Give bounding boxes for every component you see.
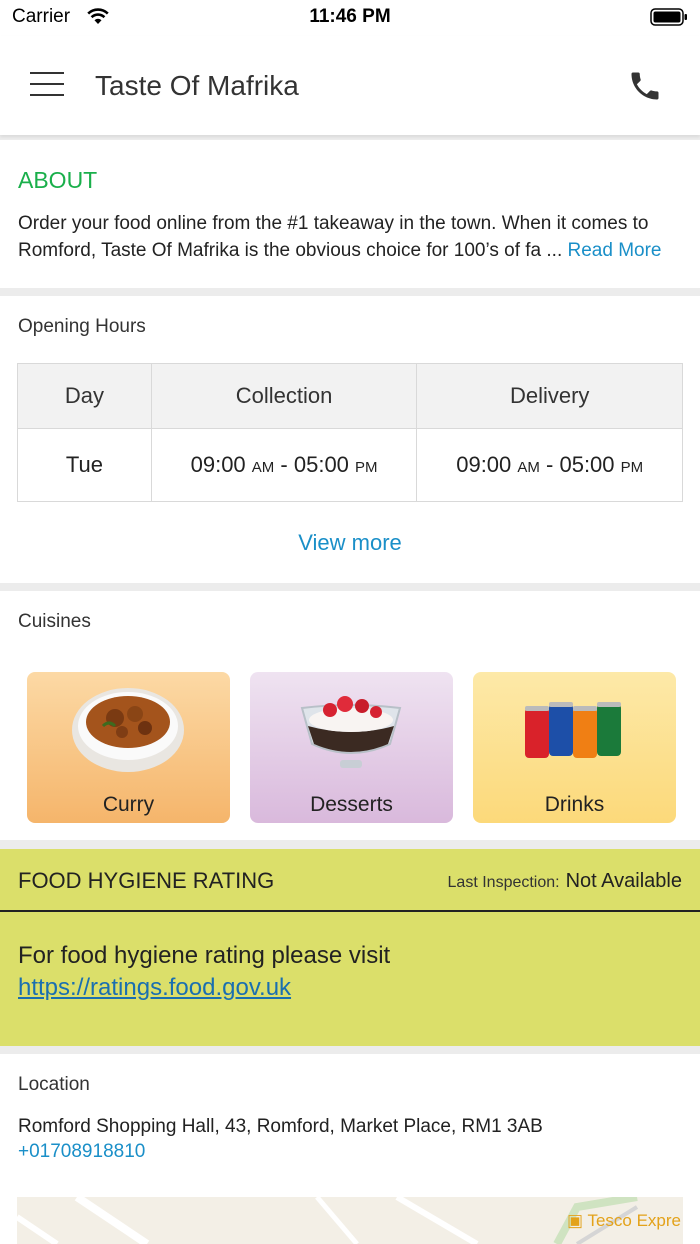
phone-icon[interactable] xyxy=(627,68,663,104)
location-label: Location xyxy=(18,1074,90,1095)
column-header-delivery: Delivery xyxy=(416,363,683,429)
delivery-to: 05:00 xyxy=(559,452,615,477)
location-section: Location Romford Shopping Hall, 43, Romf… xyxy=(0,1054,700,1244)
curry-bowl-image xyxy=(72,688,184,772)
phone-number-link[interactable]: +01708918810 xyxy=(18,1141,145,1163)
collection-from-ampm: AM xyxy=(251,459,275,476)
last-inspection-value: Not Available xyxy=(565,870,682,892)
read-more-link[interactable]: Read More xyxy=(568,240,662,261)
food-hygiene-section: FOOD HYGIENE RATING Last Inspection: Not … xyxy=(0,849,700,1046)
table-row: Tue 09:00 AM - 05:00 PM 09:00 AM - 05:00… xyxy=(17,428,683,502)
about-heading: ABOUT xyxy=(18,167,98,193)
cuisine-name: Drinks xyxy=(544,793,605,816)
delivery-from: 09:00 xyxy=(456,452,512,477)
about-section: ABOUT Order your food online from the #1… xyxy=(0,140,700,288)
delivery-hours-cell: 09:00 AM - 05:00 PM xyxy=(416,428,683,502)
page-title: Taste Of Mafrika xyxy=(95,70,299,101)
collection-to-ampm: PM xyxy=(355,459,378,476)
dessert-bowl-image xyxy=(300,696,402,768)
status-bar: Carrier 11:46 PM xyxy=(0,0,700,36)
address-text: Romford Shopping Hall, 43, Romford, Mark… xyxy=(18,1116,543,1137)
column-header-day: Day xyxy=(17,363,152,429)
collection-hours-cell: 09:00 AM - 05:00 PM xyxy=(150,428,418,502)
opening-hours-table: Day Collection Delivery Tue 09:00 AM - 0… xyxy=(17,363,683,502)
collection-from: 09:00 xyxy=(190,452,246,477)
clock: 11:46 PM xyxy=(309,6,391,27)
cuisine-name: Desserts xyxy=(310,793,393,816)
cuisine-card-curry[interactable]: Curry xyxy=(27,672,230,823)
cuisines-section: Cuisines Curry Desserts Drinks xyxy=(0,591,700,840)
map-poi-label: Tesco Expre xyxy=(587,1211,681,1230)
last-inspection: Last Inspection: Not Available xyxy=(448,870,682,893)
food-hygiene-message: For food hygiene rating please visit xyxy=(18,942,391,969)
opening-hours-label: Opening Hours xyxy=(18,316,146,337)
column-header-collection: Collection xyxy=(150,363,418,429)
last-inspection-label: Last Inspection: xyxy=(447,874,560,891)
hamburger-menu-icon[interactable] xyxy=(30,72,64,98)
delivery-from-ampm: AM xyxy=(517,459,540,476)
food-hygiene-title: FOOD HYGIENE RATING xyxy=(18,868,275,893)
collection-to: 05:00 xyxy=(293,452,349,477)
map-poi-tesco: ▣ Tesco Expre xyxy=(566,1211,681,1230)
cuisines-label: Cuisines xyxy=(18,611,91,632)
battery-icon xyxy=(650,8,687,26)
drinks-cans-image xyxy=(525,702,621,758)
opening-hours-section: Opening Hours Day Collection Delivery Tu… xyxy=(0,296,700,583)
food-hygiene-link[interactable]: https://ratings.food.gov.uk xyxy=(18,974,291,1002)
cuisine-card-drinks[interactable]: Drinks xyxy=(473,672,676,823)
cuisine-name: Curry xyxy=(102,793,155,816)
cuisine-card-desserts[interactable]: Desserts xyxy=(250,672,453,823)
app-header: Taste Of Mafrika xyxy=(0,36,700,135)
food-hygiene-header: FOOD HYGIENE RATING Last Inspection: Not … xyxy=(0,849,700,912)
table-header-row: Day Collection Delivery xyxy=(17,363,683,429)
delivery-to-ampm: PM xyxy=(620,459,644,476)
view-more-link[interactable]: View more xyxy=(0,530,700,556)
day-cell: Tue xyxy=(17,428,152,502)
about-text: Order your food online from the #1 takea… xyxy=(18,210,688,264)
location-map[interactable]: ▣ Tesco Expre xyxy=(17,1197,683,1244)
about-description: Order your food online from the #1 takea… xyxy=(18,213,649,261)
